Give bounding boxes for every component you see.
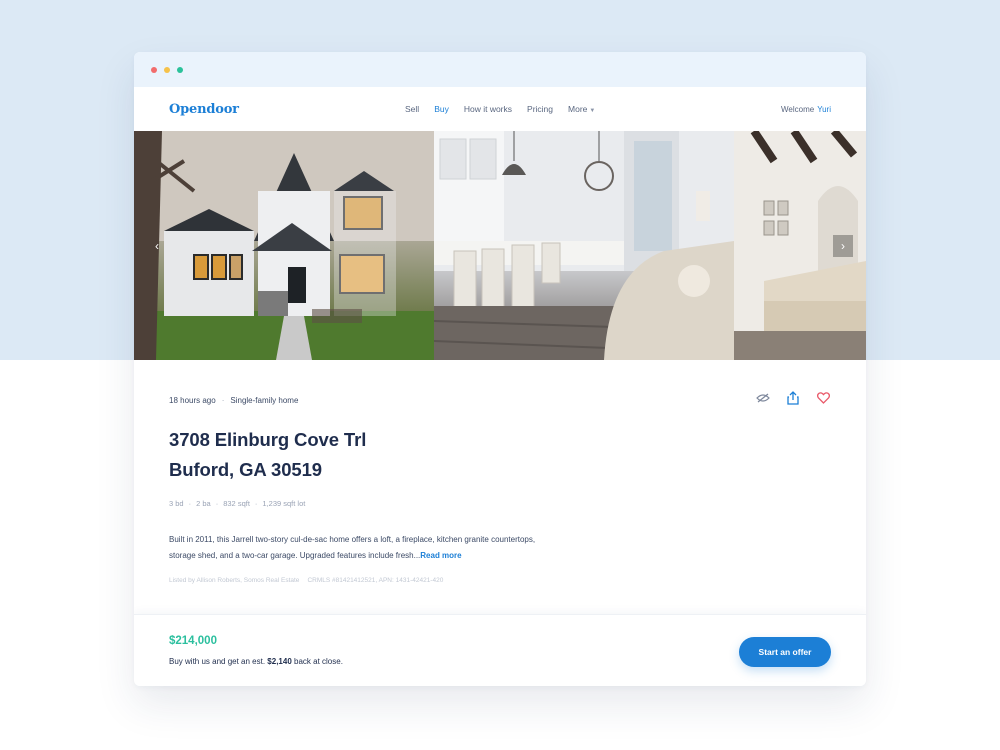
nav-pricing[interactable]: Pricing [527,104,553,114]
read-more-link[interactable]: Read more [420,551,461,560]
spec-sqft: 832 sqft [223,499,250,508]
posted-time: 18 hours ago [169,396,216,405]
user-name-link[interactable]: Yuri [817,105,831,114]
description-text: Built in 2011, this Jarrell two-story cu… [169,535,536,560]
property-description: Built in 2011, this Jarrell two-story cu… [169,532,539,564]
address-line-1: 3708 Elinburg Cove Trl [169,429,367,450]
listing-meta: 18 hours ago · Single-family home [169,396,831,405]
nav-how-it-works[interactable]: How it works [464,104,512,114]
start-offer-button[interactable]: Start an offer [739,637,831,667]
nav-links: Sell Buy How it works Pricing More ▼ [405,87,595,131]
address-line-2: Buford, GA 30519 [169,459,322,480]
nav-sell[interactable]: Sell [405,104,419,114]
listing-price: $214,000 [169,635,217,647]
nav-more-label: More [568,104,588,114]
cashback-suffix: back at close. [294,657,343,666]
spec-separator: · [215,499,219,508]
heart-icon[interactable] [815,390,831,406]
cashback-prefix: Buy with us and get an est. [169,657,266,666]
property-specs: 3 bd · 2 ba · 832 sqft · 1,239 sqft lot [169,499,831,508]
listing-source: Listed by Allison Roberts, Somos Real Es… [169,577,831,584]
spec-beds: 3 bd [169,499,184,508]
listing-actions [755,390,831,406]
chevron-down-icon: ▼ [589,108,596,114]
living-room-photo[interactable]: › [734,131,866,360]
spec-separator: · [254,499,258,508]
welcome-label: Welcome [781,104,815,114]
close-dot[interactable] [151,66,157,73]
top-navigation: Opendoor Sell Buy How it works Pricing M… [134,87,866,131]
photo-gallery: ‹ › [134,131,866,360]
nav-buy[interactable]: Buy [434,104,449,114]
browser-window: Opendoor Sell Buy How it works Pricing M… [134,52,866,686]
gallery-next-button[interactable]: › [833,235,853,257]
house-exterior-photo[interactable]: ‹ [134,131,434,360]
listed-by: Listed by Allison Roberts, Somos Real Es… [169,577,300,584]
property-address: 3708 Elinburg Cove Trl Buford, GA 30519 [169,425,831,485]
cashback-amount: $2,140 [267,657,292,666]
chevron-left-icon: ‹ [155,239,159,253]
welcome-user: Welcome Yuri [781,87,831,131]
offer-footer: $214,000 Buy with us and get an est. $2,… [134,614,866,686]
spec-lot: 1,239 sqft lot [262,499,306,508]
gallery-prev-button[interactable]: ‹ [147,235,167,257]
opendoor-logo[interactable]: Opendoor [169,102,239,117]
hide-icon[interactable] [755,390,771,406]
nav-more[interactable]: More ▼ [568,104,595,114]
cashback-text: Buy with us and get an est. $2,140 back … [169,657,343,666]
chevron-right-icon: › [841,239,845,253]
kitchen-interior-photo[interactable] [434,131,734,360]
mls-number: CRMLS #81421412521, APN: 1431-42421-420 [307,577,444,584]
spec-separator: · [188,499,192,508]
meta-separator: · [221,396,225,405]
minimize-dot[interactable] [164,66,170,73]
maximize-dot[interactable] [177,66,183,73]
home-type: Single-family home [230,396,299,405]
listing-info: 18 hours ago · Single-family home 3708 E… [169,391,831,584]
window-titlebar [134,52,866,87]
share-icon[interactable] [785,390,801,406]
spec-baths: 2 ba [196,499,211,508]
